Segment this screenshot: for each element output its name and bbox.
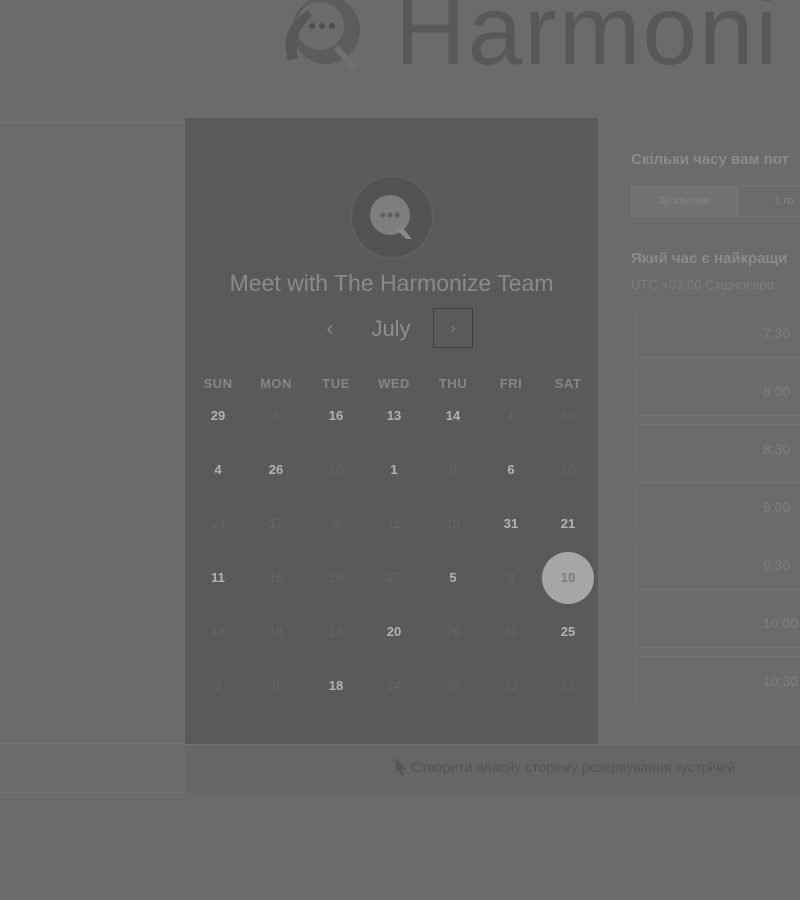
calendar-day[interactable]: 14 (427, 390, 479, 442)
calendar-day: 30 (560, 408, 576, 423)
calendar-day[interactable]: 11 (192, 552, 244, 604)
brand-header: Harmoni (0, 0, 800, 118)
calendar-day: 9 (272, 678, 280, 693)
next-month-button[interactable]: › (433, 308, 473, 348)
calendar-day[interactable]: 25 (542, 606, 594, 658)
avatar (352, 177, 432, 257)
booking-panel: Скільки часу вам пот 30 хвилин 1 го Який… (598, 118, 800, 744)
calendar-day: 27 (386, 570, 402, 585)
calendar-day: 10 (328, 462, 344, 477)
calendar-day[interactable]: 31 (485, 498, 537, 550)
event-title: Meet with The Harmonize Team (229, 270, 554, 296)
calendar-day[interactable]: 5 (427, 552, 479, 604)
calendar-card: Meet with The Harmonize Team ‹ July › SU… (185, 118, 598, 744)
harmonize-logo-icon (285, 0, 360, 70)
calendar-day: 24 (386, 678, 402, 693)
calendar-day: 16 (328, 624, 344, 639)
divider (0, 122, 185, 123)
calendar-day: 3 (332, 516, 340, 531)
calendar-day: 20 (328, 570, 344, 585)
calendar-day[interactable]: 13 (368, 390, 420, 442)
calendar-day[interactable]: 16 (310, 390, 362, 442)
calendar-day: 30 (445, 678, 461, 693)
divider (0, 792, 185, 793)
calendar-day[interactable]: 20 (368, 606, 420, 658)
calendar-day-selected[interactable]: 10 (542, 552, 594, 604)
calendar-day: 17 (268, 516, 284, 531)
time-slot[interactable]: 9:00 (635, 482, 800, 532)
brand-name: Harmoni (395, 0, 780, 85)
calendar-day: 19 (445, 516, 461, 531)
calendar-day: 18 (210, 624, 226, 639)
calendar-day: 16 (268, 570, 284, 585)
calendar-day: 11 (387, 516, 401, 531)
calendar-day: 8 (507, 570, 515, 585)
calendar-day: 21 (560, 678, 576, 693)
prev-month-button[interactable]: ‹ (315, 308, 345, 350)
time-slot[interactable]: 10:00 (635, 598, 800, 648)
calendar-day: 31 (503, 624, 519, 639)
footer: Створити власну сторінку резервування зу… (185, 744, 800, 793)
duration-question: Скільки часу вам пот (631, 151, 789, 168)
calendar-day[interactable]: 6 (485, 444, 537, 496)
duration-selector: 30 хвилин 1 го (631, 185, 800, 217)
calendar-day: 18 (268, 624, 284, 639)
calendar-day[interactable]: 21 (542, 498, 594, 550)
month-navigation: ‹ July › (185, 308, 598, 352)
calendar-day: 4 (272, 408, 280, 423)
time-slot[interactable]: 8:30 (635, 424, 800, 474)
time-slot[interactable]: 10:30 (635, 656, 800, 706)
calendar-day[interactable]: 4 (192, 444, 244, 496)
calendar-day: 20 (560, 462, 576, 477)
calendar-day[interactable]: 29 (192, 390, 244, 442)
duration-option[interactable]: 30 хвилин (631, 185, 737, 217)
calendar-day: 3 (214, 678, 222, 693)
month-label: July (371, 316, 411, 341)
calendar-day: 8 (449, 462, 457, 477)
calendar-day[interactable]: 18 (310, 660, 362, 712)
timezone-selector[interactable]: UTC +03:00 Східноєвро (631, 277, 774, 292)
calendar-day[interactable]: 1 (368, 444, 420, 496)
calendar-day: 1 (507, 408, 515, 423)
calendar-day[interactable]: 26 (250, 444, 302, 496)
cursor-sparkle-icon (392, 757, 406, 776)
calendar-day: 13 (503, 678, 519, 693)
day-grid: 29 4 16 13 14 1 30 4 26 10 1 8 6 20 24 17 3 11 19 31 21 11 16 2… (185, 388, 598, 718)
create-booking-page-link[interactable]: Створити власну сторінку резервування зу… (411, 759, 735, 775)
time-question: Який час є найкращи (631, 250, 788, 267)
calendar-day: 24 (210, 516, 226, 531)
time-slot[interactable]: 8:00 (635, 366, 800, 416)
time-slot[interactable]: 7:30 (635, 308, 800, 358)
chat-bubble-icon (370, 195, 412, 239)
duration-option[interactable]: 1 го (736, 185, 800, 217)
time-slot[interactable]: 9:30 (635, 540, 800, 590)
calendar-day: 26 (445, 624, 461, 639)
divider (0, 743, 185, 744)
